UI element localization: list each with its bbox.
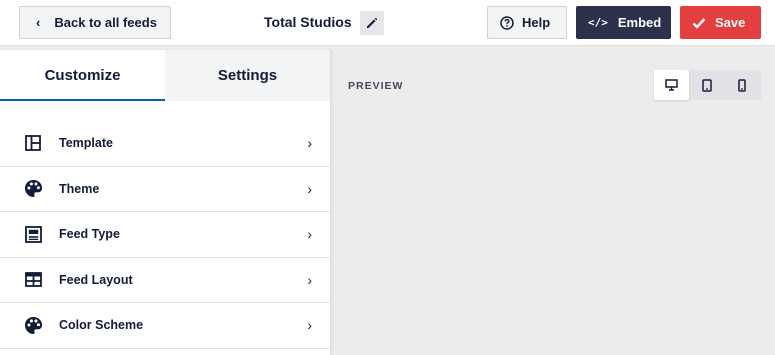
- menu-item-label: Feed Type: [59, 227, 120, 242]
- pencil-icon: [367, 17, 378, 28]
- device-switcher: [654, 70, 761, 100]
- template-icon: [23, 133, 43, 153]
- tablet-icon: [701, 78, 712, 92]
- back-label: Back to all feeds: [54, 15, 157, 30]
- chevron-right-icon: ›: [307, 180, 312, 197]
- checkmark-icon: [692, 17, 706, 29]
- chevron-left-icon: ‹: [36, 15, 41, 30]
- menu-item-label: Feed Layout: [59, 272, 133, 287]
- menu-item-template[interactable]: Template ›: [0, 121, 330, 167]
- menu-item-feed-layout[interactable]: Feed Layout ›: [0, 258, 330, 303]
- save-button[interactable]: Save: [680, 6, 761, 39]
- menu-item-label: Template: [59, 136, 113, 151]
- chevron-right-icon: ›: [307, 135, 312, 152]
- sidebar-tabs: Customize Settings: [0, 50, 330, 101]
- mobile-icon: [737, 78, 746, 92]
- menu-item-label: Theme: [59, 181, 100, 196]
- save-label: Save: [715, 15, 746, 30]
- back-to-feeds-button[interactable]: ‹ Back to all feeds: [19, 6, 171, 39]
- embed-button[interactable]: </> Embed: [576, 6, 671, 39]
- edit-title-button[interactable]: [360, 11, 384, 35]
- preview-label: PREVIEW: [348, 80, 404, 92]
- menu-item-color-scheme[interactable]: Color Scheme ›: [0, 303, 330, 349]
- help-label: Help: [522, 15, 551, 30]
- mobile-view-button[interactable]: [724, 70, 759, 100]
- feed-type-icon: [23, 224, 43, 244]
- code-icon: </>: [588, 16, 608, 29]
- customizer-sidebar: Customize Settings Template › Theme › Fe…: [0, 50, 331, 355]
- chevron-right-icon: ›: [307, 226, 312, 243]
- menu-item-feed-type[interactable]: Feed Type ›: [0, 212, 330, 258]
- tab-customize[interactable]: Customize: [0, 50, 165, 101]
- embed-label: Embed: [617, 15, 662, 30]
- feed-title: Total Studios: [264, 14, 352, 30]
- top-bar: ‹ Back to all feeds Total Studios Help <…: [0, 0, 775, 46]
- question-circle-icon: [500, 15, 514, 30]
- help-button[interactable]: Help: [487, 6, 567, 39]
- desktop-icon: [665, 79, 678, 91]
- tablet-view-button[interactable]: [689, 70, 724, 100]
- palette-icon: [23, 315, 43, 335]
- palette-icon: [23, 179, 43, 199]
- desktop-view-button[interactable]: [654, 70, 689, 100]
- chevron-right-icon: ›: [307, 317, 312, 334]
- chevron-right-icon: ›: [307, 271, 312, 288]
- menu-item-theme[interactable]: Theme ›: [0, 167, 330, 212]
- menu-item-label: Color Scheme: [59, 318, 144, 333]
- customize-menu: Template › Theme › Feed Type › Feed Layo…: [0, 121, 330, 349]
- layout-icon: [23, 270, 43, 290]
- tab-settings[interactable]: Settings: [165, 50, 330, 101]
